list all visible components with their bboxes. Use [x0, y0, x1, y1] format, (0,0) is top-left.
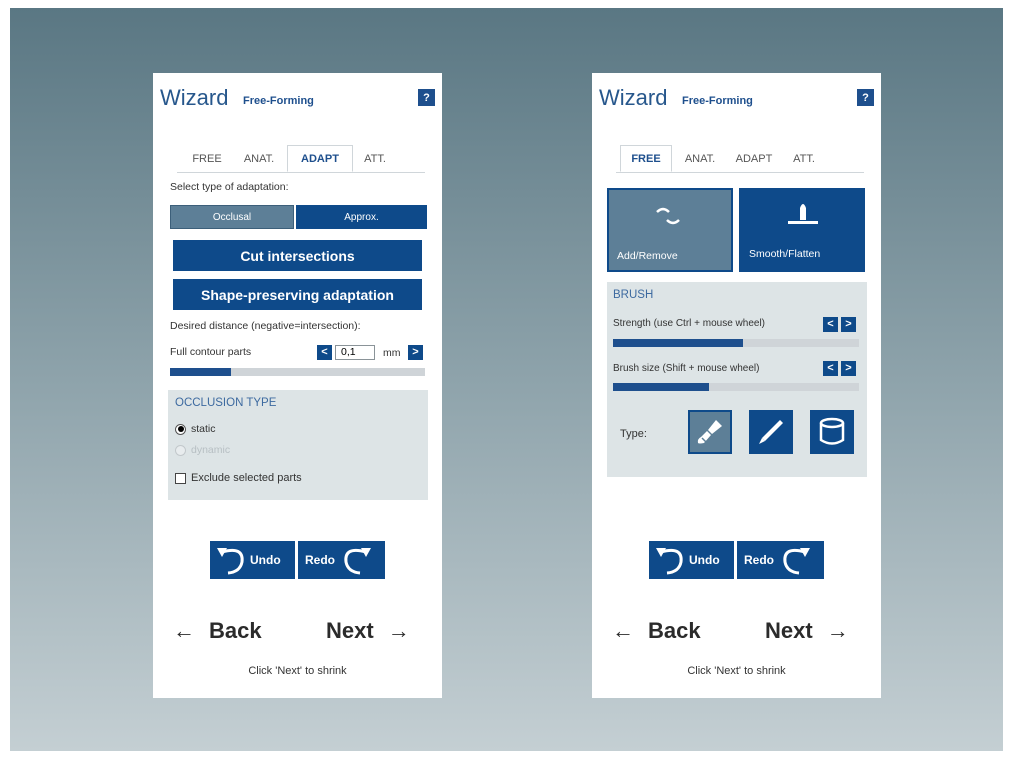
parts-label: Full contour parts	[170, 346, 252, 358]
radio-dynamic-label: dynamic	[191, 444, 231, 456]
tab-free[interactable]: FREE	[185, 145, 229, 172]
next-arrow-icon: →	[387, 618, 410, 643]
redo-icon	[783, 548, 810, 575]
exclude-checkbox-row[interactable]: Exclude selected parts	[175, 472, 302, 484]
size-increase-button[interactable]: >	[841, 361, 856, 376]
wizard-panel-adapt: Wizard Free-Forming ? FREE ANAT. ADAPT A…	[153, 73, 442, 698]
back-button[interactable]: ← Back	[612, 618, 701, 644]
distance-increase-button[interactable]: >	[408, 345, 423, 360]
tab-att[interactable]: ATT.	[357, 145, 393, 172]
undo-button[interactable]: Undo	[210, 541, 295, 579]
distance-input[interactable]: 0,1	[335, 345, 375, 360]
cylinder-type-button[interactable]	[810, 410, 854, 454]
occlusion-section: OCCLUSION TYPE static dynamic Exclude se…	[168, 390, 428, 500]
wizard-subtitle: Free-Forming	[682, 95, 753, 107]
pen-icon	[759, 420, 783, 444]
brush-size-slider-fill	[613, 383, 709, 391]
undo-button[interactable]: Undo	[649, 541, 734, 579]
brush-section: BRUSH Strength (use Ctrl + mouse wheel) …	[607, 282, 867, 477]
occlusal-option-button[interactable]: Occlusal	[170, 205, 294, 229]
wizard-panel-free: Wizard Free-Forming ? FREE ANAT. ADAPT A…	[592, 73, 881, 698]
radio-static-label: static	[191, 423, 216, 435]
cut-intersections-button[interactable]: Cut intersections	[173, 240, 422, 271]
add-remove-button[interactable]: Add/Remove	[607, 188, 733, 272]
distance-slider[interactable]	[170, 368, 425, 376]
exclude-label: Exclude selected parts	[191, 472, 302, 484]
distance-label: Desired distance (negative=intersection)…	[170, 320, 361, 332]
back-label: Back	[209, 618, 262, 643]
help-button[interactable]: ?	[418, 89, 435, 106]
pen-type-button[interactable]	[749, 410, 793, 454]
strength-decrease-button[interactable]: <	[823, 317, 838, 332]
strength-slider-fill	[613, 339, 744, 347]
undo-label: Undo	[250, 553, 281, 567]
tab-bar: FREE ANAT. ADAPT ATT.	[177, 145, 425, 173]
tab-anat[interactable]: ANAT.	[237, 145, 281, 172]
back-button[interactable]: ← Back	[173, 618, 262, 644]
add-remove-icon	[656, 207, 680, 225]
redo-button[interactable]: Redo	[737, 541, 824, 579]
distance-decrease-button[interactable]: <	[317, 345, 332, 360]
tab-anat[interactable]: ANAT.	[678, 145, 722, 172]
redo-button[interactable]: Redo	[298, 541, 385, 579]
type-label: Type:	[620, 428, 647, 440]
next-label: Next	[326, 618, 374, 643]
hint-text: Click 'Next' to shrink	[687, 665, 786, 677]
radio-static[interactable]: static	[175, 423, 216, 435]
back-arrow-icon: ←	[612, 618, 634, 643]
tab-att[interactable]: ATT.	[786, 145, 822, 172]
smooth-flatten-icon	[788, 204, 818, 224]
undo-icon	[217, 548, 244, 575]
add-remove-label: Add/Remove	[617, 250, 678, 262]
strength-label: Strength (use Ctrl + mouse wheel)	[613, 318, 766, 329]
back-arrow-icon: ←	[173, 618, 195, 643]
brush-type-button[interactable]	[688, 410, 732, 454]
hint-text: Click 'Next' to shrink	[248, 665, 347, 677]
distance-slider-fill	[170, 368, 232, 376]
brush-size-label: Brush size (Shift + mouse wheel)	[613, 363, 760, 374]
tab-adapt[interactable]: ADAPT	[728, 145, 780, 172]
radio-dynamic[interactable]: dynamic	[175, 444, 230, 456]
occlusion-title: OCCLUSION TYPE	[175, 397, 277, 409]
tab-adapt[interactable]: ADAPT	[287, 145, 353, 172]
next-button[interactable]: Next →	[326, 618, 410, 644]
distance-unit: mm	[383, 347, 401, 359]
approx-option-button[interactable]: Approx.	[296, 205, 427, 229]
brush-icon	[697, 420, 722, 444]
redo-label: Redo	[744, 553, 774, 567]
next-button[interactable]: Next →	[765, 618, 849, 644]
adapt-type-label: Select type of adaptation:	[170, 181, 289, 193]
cylinder-icon	[819, 417, 845, 445]
brush-size-slider[interactable]	[613, 383, 859, 391]
wizard-title: Wizard	[599, 85, 668, 110]
radio-static-circle[interactable]	[175, 423, 186, 435]
next-label: Next	[765, 618, 813, 643]
brush-title: BRUSH	[613, 289, 654, 301]
wizard-title: Wizard	[160, 85, 229, 110]
strength-increase-button[interactable]: >	[841, 317, 856, 332]
tab-bar: FREE ANAT. ADAPT ATT.	[616, 145, 864, 173]
redo-icon	[344, 548, 371, 575]
wizard-subtitle: Free-Forming	[243, 95, 314, 107]
help-button[interactable]: ?	[857, 89, 874, 106]
radio-dynamic-circle[interactable]	[175, 444, 186, 456]
smooth-flatten-button[interactable]: Smooth/Flatten	[739, 188, 865, 272]
tab-free[interactable]: FREE	[620, 145, 672, 172]
redo-label: Redo	[305, 553, 335, 567]
back-label: Back	[648, 618, 701, 643]
undo-icon	[656, 548, 683, 575]
smooth-flatten-label: Smooth/Flatten	[749, 248, 821, 260]
next-arrow-icon: →	[826, 618, 849, 643]
strength-slider[interactable]	[613, 339, 859, 347]
shape-preserving-button[interactable]: Shape-preserving adaptation	[173, 279, 422, 310]
undo-label: Undo	[689, 553, 720, 567]
size-decrease-button[interactable]: <	[823, 361, 838, 376]
exclude-checkbox[interactable]	[175, 472, 186, 484]
